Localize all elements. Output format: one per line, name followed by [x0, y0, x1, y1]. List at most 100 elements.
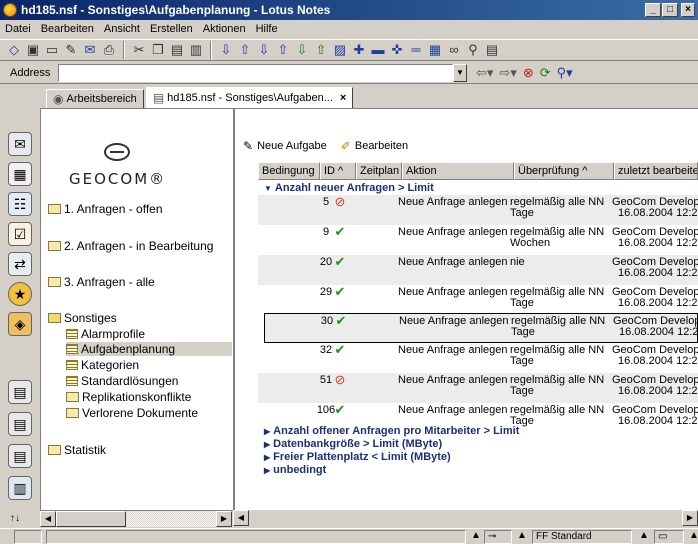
- table-row[interactable]: 29 ✔ Neue Anfrage anlegen regelmäßig all…: [258, 285, 698, 315]
- nav-item-kategorien[interactable]: Kategorien: [66, 358, 139, 372]
- replicator-bookmark-icon[interactable]: ⇄: [8, 252, 32, 276]
- category-anzahl-offener-anfragen[interactable]: ▶ Anzahl offener Anfragen pro Mitarbeiter…: [264, 425, 519, 437]
- more-bookmarks-icon[interactable]: ▤: [8, 412, 32, 436]
- table-row[interactable]: 9 ✔ Neue Anfrage anlegen regelmäßig alle…: [258, 225, 698, 255]
- save-icon[interactable]: ▣: [25, 42, 41, 58]
- nav-item-anfragen-offen[interactable]: 1. Anfragen - offen: [48, 202, 163, 216]
- expand-icon[interactable]: ✚: [351, 42, 367, 58]
- cut-icon[interactable]: ✂: [131, 42, 147, 58]
- nav-item-replikationskonflikte[interactable]: Replikationskonflikte: [66, 390, 191, 404]
- expand-triangle-icon[interactable]: ▶: [264, 466, 270, 475]
- nav-item-anfragen-alle[interactable]: 3. Anfragen - alle: [48, 275, 155, 289]
- tab-hd185[interactable]: ▤ hd185.nsf - Sonstiges\Aufgaben... ×: [145, 87, 354, 108]
- binoculars-icon[interactable]: ∞: [446, 42, 462, 58]
- menu-datei[interactable]: Datei: [0, 23, 36, 35]
- edit-button[interactable]: ✐ Bearbeiten: [341, 139, 408, 153]
- table-row-focused[interactable]: 30 ✔ Neue Anfrage anlegen regelmäßig all…: [264, 313, 698, 343]
- favorites-bookmark-icon[interactable]: ★: [8, 282, 32, 306]
- lotus-notes-icon[interactable]: [3, 3, 17, 17]
- address-input[interactable]: [58, 63, 453, 82]
- history-bookmark-icon[interactable]: ▤: [8, 444, 32, 468]
- search-web-icon[interactable]: ⚲▾: [554, 65, 576, 81]
- nav-item-statistik[interactable]: Statistik: [48, 443, 106, 457]
- column-header-id[interactable]: ID ^: [320, 162, 356, 180]
- image-icon[interactable]: ▨: [332, 42, 348, 58]
- address-dropdown-icon[interactable]: ▼: [453, 63, 467, 82]
- status-dropdown-icon[interactable]: ▲: [514, 530, 528, 544]
- calendar-bookmark-icon[interactable]: ▦: [8, 162, 32, 186]
- diamond-icon[interactable]: ◇: [6, 42, 22, 58]
- category-freier-plattenplatz[interactable]: ▶ Freier Plattenplatz < Limit (MByte): [264, 451, 451, 463]
- nav-item-anfragen-in-bearbeitung[interactable]: 2. Anfragen - in Bearbeitung: [48, 239, 213, 253]
- expand-triangle-icon[interactable]: ▶: [264, 440, 270, 449]
- close-window-button[interactable]: ×: [681, 3, 695, 17]
- category-anzahl-neuer-anfragen[interactable]: ▼ Anzahl neuer Anfragen > Limit: [264, 182, 434, 194]
- column-header-zeitplan[interactable]: Zeitplan: [356, 162, 402, 180]
- arrow-up-icon[interactable]: ⇧: [237, 42, 253, 58]
- address-book-bookmark-icon[interactable]: ☷: [8, 192, 32, 216]
- web-bookmark-icon[interactable]: ◈: [8, 312, 32, 336]
- arrow-down-star-icon[interactable]: ⇩: [294, 42, 310, 58]
- databases-bookmark-icon[interactable]: ▤: [8, 380, 32, 404]
- column-header-bedingung[interactable]: Bedingung: [258, 162, 320, 180]
- location-panel[interactable]: FF Standard: [532, 530, 632, 544]
- menu-erstellen[interactable]: Erstellen: [145, 23, 198, 35]
- nav-item-alarmprofile[interactable]: Alarmprofile: [66, 327, 145, 341]
- table-row[interactable]: 32 ✔ Neue Anfrage anlegen regelmäßig all…: [258, 343, 698, 373]
- tab-arbeitsbereich[interactable]: ◉ Arbeitsbereich: [46, 89, 144, 108]
- nav-item-sonstiges[interactable]: Sonstiges: [48, 311, 117, 325]
- print-icon[interactable]: ⎙: [101, 42, 117, 58]
- new-task-button[interactable]: ✎ Neue Aufgabe: [243, 139, 327, 153]
- back-arrow-icon[interactable]: ⇦▾: [473, 65, 496, 81]
- paste-icon[interactable]: ▤: [169, 42, 185, 58]
- todo-bookmark-icon[interactable]: ☑: [8, 222, 32, 246]
- expand-all-icon[interactable]: ✜: [389, 42, 405, 58]
- windows-icon[interactable]: ▦: [427, 42, 443, 58]
- status-dropdown-icon[interactable]: ▲: [686, 530, 698, 544]
- expand-triangle-icon[interactable]: ▶: [264, 453, 270, 462]
- collapse-triangle-icon[interactable]: ▼: [264, 184, 272, 193]
- scroll-thumb[interactable]: [56, 511, 126, 527]
- stop-icon[interactable]: ⊗: [520, 65, 537, 81]
- arrow-down-icon[interactable]: ⇩: [256, 42, 272, 58]
- view-horizontal-scrollbar[interactable]: ◀ ▶: [233, 510, 698, 527]
- nav-item-aufgabenplanung[interactable]: Aufgabenplanung: [66, 342, 232, 356]
- menu-hilfe[interactable]: Hilfe: [251, 23, 283, 35]
- column-header-ueberpruefung[interactable]: Überprüfung ^: [514, 162, 614, 180]
- bookmark-scroll-arrows-icon[interactable]: ↑↓: [10, 513, 20, 524]
- navigator-horizontal-scrollbar[interactable]: ◀ ▶: [40, 510, 233, 527]
- arrow-up-icon[interactable]: ⇧: [275, 42, 291, 58]
- mail-icon[interactable]: ✉: [82, 42, 98, 58]
- table-row[interactable]: 20 ✔ Neue Anfrage anlegen nie GeoCom Dev…: [258, 255, 698, 285]
- copy-icon[interactable]: ❐: [150, 42, 166, 58]
- nav-item-standardloesungen[interactable]: Standardlösungen: [66, 374, 178, 388]
- mail-bookmark-icon[interactable]: ✉: [8, 132, 32, 156]
- properties-icon[interactable]: ▤: [484, 42, 500, 58]
- category-unbedingt[interactable]: ▶ unbedingt: [264, 464, 326, 476]
- arrow-up-star-icon[interactable]: ⇧: [313, 42, 329, 58]
- search-icon[interactable]: ⚲: [465, 42, 481, 58]
- menu-aktionen[interactable]: Aktionen: [198, 23, 251, 35]
- menu-ansicht[interactable]: Ansicht: [99, 23, 145, 35]
- clipboard-icon[interactable]: ▥: [188, 42, 204, 58]
- category-datenbankgroesse[interactable]: ▶ Datenbankgröße > Limit (MByte): [264, 438, 442, 450]
- collapse-icon[interactable]: ▬: [370, 42, 386, 58]
- refresh-icon[interactable]: ⟳: [537, 65, 554, 81]
- expand-triangle-icon[interactable]: ▶: [264, 427, 270, 436]
- nav-item-verlorene-dokumente[interactable]: Verlorene Dokumente: [66, 406, 198, 420]
- table-row[interactable]: 5 ⊘ Neue Anfrage anlegen regelmäßig alle…: [258, 195, 698, 225]
- key-icon[interactable]: ⊸: [484, 530, 512, 544]
- close-tab-icon[interactable]: ×: [340, 92, 346, 104]
- scroll-right-icon[interactable]: ▶: [216, 511, 232, 527]
- edit-pen-icon[interactable]: ✎: [63, 42, 79, 58]
- inbox-icon[interactable]: ▭: [654, 530, 684, 544]
- startup-bookmark-icon[interactable]: ▥: [8, 476, 32, 500]
- status-dropdown-icon[interactable]: ▲: [636, 530, 650, 544]
- minimize-button[interactable]: _: [645, 3, 661, 17]
- scroll-right-icon[interactable]: ▶: [682, 510, 698, 526]
- scroll-left-icon[interactable]: ◀: [233, 510, 249, 526]
- status-dropdown-icon[interactable]: ▲: [468, 530, 482, 544]
- forward-arrow-icon[interactable]: ⇨▾: [496, 65, 519, 81]
- maximize-button[interactable]: □: [662, 3, 678, 17]
- collapse-all-icon[interactable]: ═: [408, 42, 424, 58]
